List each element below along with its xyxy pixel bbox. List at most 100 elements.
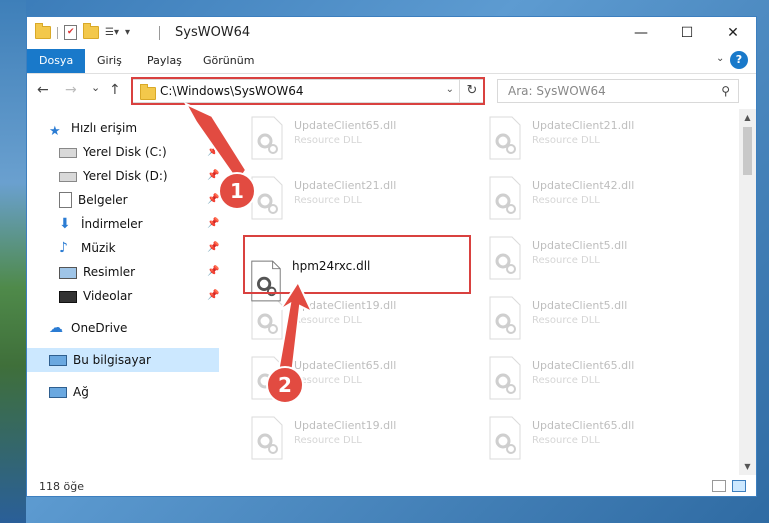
- file-name: UpdateClient19.dll: [294, 419, 397, 432]
- sidebar-item-indirmeler[interactable]: ⬇ İndirmeler: [59, 213, 143, 235]
- sidebar-item-ag[interactable]: Ağ: [49, 381, 89, 403]
- divider: [159, 26, 160, 40]
- item-count: 118 öğe: [39, 480, 84, 493]
- documents-icon: [59, 192, 72, 208]
- file-description: Resource DLL: [532, 435, 600, 446]
- sidebar-item-onedrive[interactable]: ☁ OneDrive: [49, 317, 127, 339]
- customize-toolbar-icon[interactable]: ☰▾: [105, 27, 119, 38]
- file-item[interactable]: UpdateClient65.dll Resource DLL: [486, 411, 716, 467]
- music-icon: ♪: [59, 240, 68, 256]
- dropdown-icon[interactable]: ▾: [125, 27, 130, 38]
- pin-icon[interactable]: 📌: [207, 170, 219, 181]
- dll-file-icon: [489, 176, 521, 220]
- network-icon: [49, 387, 67, 398]
- new-folder-icon[interactable]: [83, 23, 99, 39]
- recent-locations-button[interactable]: ⌄: [91, 81, 100, 94]
- ribbon: Dosya Giriş Paylaş Görünüm ⌄ ?: [27, 49, 756, 74]
- cloud-icon: ☁: [49, 320, 63, 336]
- back-button[interactable]: ←: [37, 82, 49, 98]
- scroll-down-icon[interactable]: ▼: [739, 458, 756, 475]
- file-name: UpdateClient65.dll: [294, 359, 397, 372]
- file-description: Resource DLL: [532, 315, 600, 326]
- sidebar-item-label: Resimler: [83, 265, 136, 279]
- tab-paylas[interactable]: Paylaş: [147, 49, 182, 73]
- file-name: UpdateClient5.dll: [532, 299, 628, 312]
- minimize-button[interactable]: —: [618, 17, 664, 49]
- sidebar-item-yerel-disk-d[interactable]: Yerel Disk (D:): [59, 165, 168, 187]
- sidebar-item-label: Ağ: [73, 385, 89, 399]
- details-view-icon[interactable]: [712, 480, 726, 492]
- forward-button[interactable]: →: [65, 82, 77, 98]
- file-name: UpdateClient65.dll: [294, 119, 397, 132]
- pin-icon[interactable]: 📌: [207, 146, 219, 157]
- sidebar-item-muzik[interactable]: ♪ Müzik: [59, 237, 116, 259]
- folder-icon: [35, 23, 51, 39]
- vertical-scrollbar[interactable]: ▲ ▼: [739, 109, 756, 475]
- video-icon: [59, 290, 77, 303]
- sidebar-item-resimler[interactable]: Resimler: [59, 261, 135, 283]
- sidebar-item-label: Belgeler: [78, 193, 128, 207]
- file-item[interactable]: UpdateClient65.dll Resource DLL: [486, 351, 716, 407]
- file-description: Resource DLL: [532, 135, 600, 146]
- pin-icon[interactable]: 📌: [207, 266, 219, 277]
- pin-icon[interactable]: 📌: [207, 242, 219, 253]
- title-bar: ✔ ☰▾ ▾ SysWOW64 — ☐ ✕: [27, 17, 756, 49]
- dll-file-icon: [489, 416, 521, 460]
- maximize-button[interactable]: ☐: [664, 17, 710, 49]
- tab-gorunum[interactable]: Görünüm: [203, 49, 254, 73]
- file-item[interactable]: UpdateClient5.dll Resource DLL: [486, 231, 716, 287]
- step-1-badge: 1: [218, 172, 256, 210]
- file-name: UpdateClient65.dll: [532, 419, 635, 432]
- file-item[interactable]: UpdateClient65.dll Resource DLL: [248, 111, 478, 167]
- drive-icon: [59, 172, 77, 182]
- file-description: Resource DLL: [294, 315, 362, 326]
- sidebar-item-label: OneDrive: [71, 321, 128, 335]
- quick-access-toolbar: ✔ ☰▾ ▾: [35, 23, 130, 40]
- search-icon[interactable]: ⚲: [721, 84, 730, 98]
- file-name: UpdateClient21.dll: [532, 119, 635, 132]
- file-name: UpdateClient21.dll: [294, 179, 397, 192]
- divider: [57, 26, 58, 39]
- computer-icon: [49, 355, 67, 366]
- file-item[interactable]: UpdateClient21.dll Resource DLL: [248, 171, 478, 227]
- scrollbar-thumb[interactable]: [743, 127, 752, 175]
- tab-dosya[interactable]: Dosya: [27, 49, 86, 73]
- search-input[interactable]: Ara: SysWOW64 ⚲: [497, 79, 739, 103]
- sidebar-item-hizli-erisim[interactable]: ★ Hızlı erişim: [49, 117, 137, 139]
- file-name: UpdateClient42.dll: [532, 179, 635, 192]
- drive-icon: [59, 148, 77, 158]
- sidebar-item-videolar[interactable]: Videolar: [59, 285, 132, 307]
- pin-icon[interactable]: 📌: [207, 290, 219, 301]
- sidebar-item-yerel-disk-c[interactable]: Yerel Disk (C:): [59, 141, 167, 163]
- file-description: Resource DLL: [294, 135, 362, 146]
- file-description: Resource DLL: [294, 195, 362, 206]
- dll-file-icon: [251, 416, 283, 460]
- large-icons-view-icon[interactable]: [732, 480, 746, 492]
- star-icon: ★: [49, 124, 61, 139]
- expand-ribbon-icon[interactable]: ⌄: [716, 53, 726, 64]
- pin-icon[interactable]: 📌: [207, 218, 219, 229]
- sidebar-item-label: Yerel Disk (D:): [83, 169, 168, 183]
- properties-icon[interactable]: ✔: [64, 25, 77, 40]
- close-button[interactable]: ✕: [710, 17, 756, 49]
- status-bar: 118 öğe: [27, 477, 756, 496]
- address-highlight-box: [131, 77, 485, 105]
- dll-file-icon: [489, 236, 521, 280]
- file-item[interactable]: UpdateClient42.dll Resource DLL: [486, 171, 716, 227]
- file-item[interactable]: UpdateClient19.dll Resource DLL: [248, 411, 478, 467]
- file-item[interactable]: UpdateClient21.dll Resource DLL: [486, 111, 716, 167]
- sidebar-item-label: Bu bilgisayar: [73, 353, 151, 367]
- file-item[interactable]: UpdateClient5.dll Resource DLL: [486, 291, 716, 347]
- help-icon[interactable]: ?: [730, 51, 748, 69]
- sidebar-item-bu-bilgisayar[interactable]: Bu bilgisayar: [49, 349, 151, 371]
- file-name: UpdateClient5.dll: [532, 239, 628, 252]
- up-button[interactable]: ↑: [109, 82, 121, 98]
- pictures-icon: [59, 266, 77, 279]
- tab-giris[interactable]: Giriş: [97, 49, 122, 73]
- file-name: UpdateClient65.dll: [532, 359, 635, 372]
- sidebar-item-label: Müzik: [81, 241, 116, 255]
- dll-file-icon: [251, 116, 283, 160]
- dll-file-icon: [489, 116, 521, 160]
- sidebar-item-belgeler[interactable]: Belgeler: [59, 189, 128, 211]
- scroll-up-icon[interactable]: ▲: [739, 109, 756, 126]
